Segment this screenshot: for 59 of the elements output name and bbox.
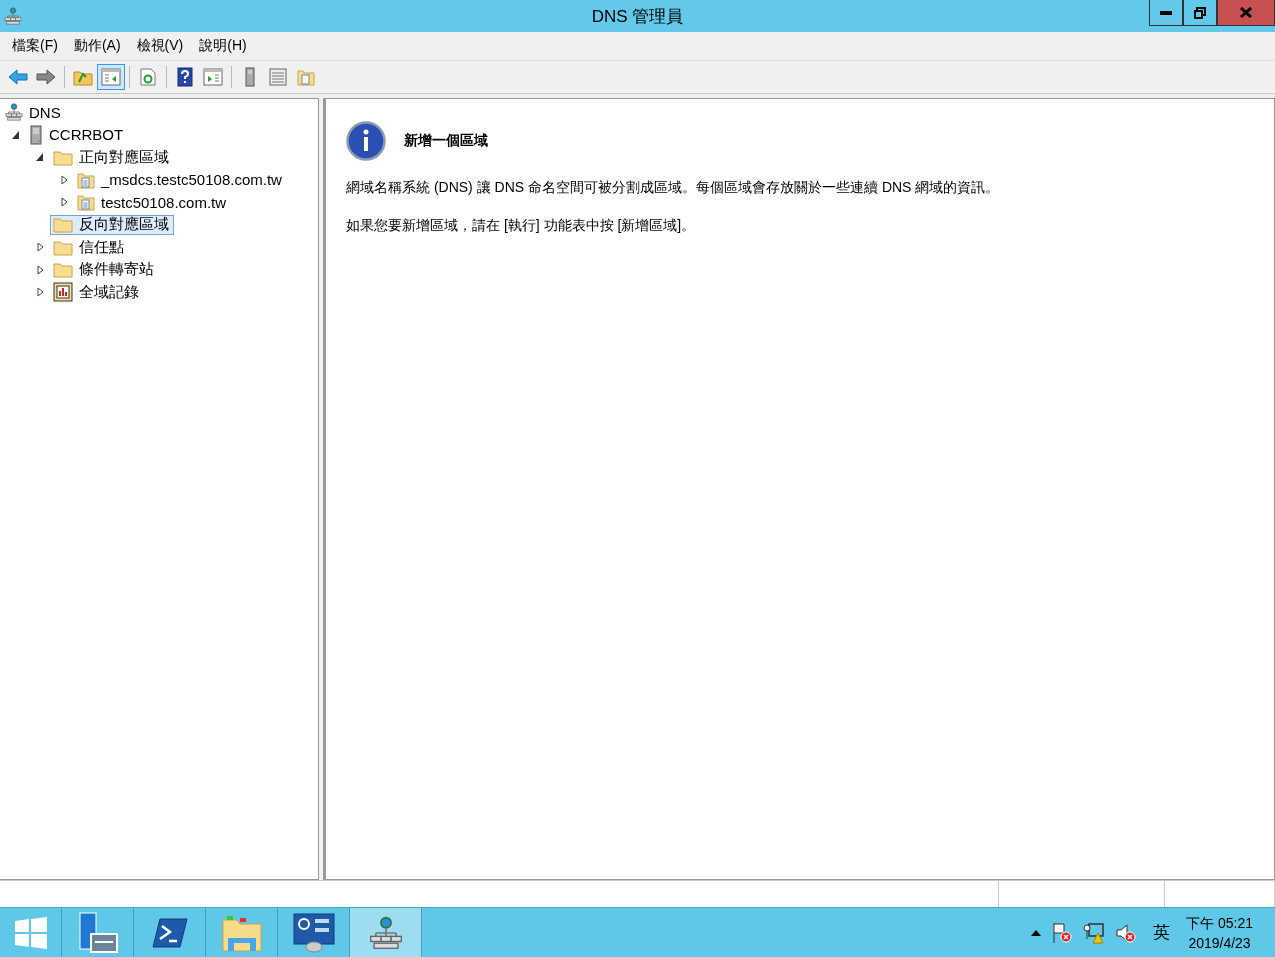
restore-icon xyxy=(1194,6,1206,19)
speaker-muted-icon[interactable] xyxy=(1115,921,1138,944)
tree-item[interactable]: 正向對應區域 xyxy=(50,147,174,168)
close-button[interactable] xyxy=(1217,0,1275,26)
description-text: 如果您要新增區域，請在 [執行] 功能表中按 [新增區域]。 xyxy=(346,217,697,235)
content-heading: 新增一個區域 xyxy=(404,132,488,150)
menu-item[interactable]: 檢視(V) xyxy=(128,34,192,58)
terminal-prompt-icon[interactable] xyxy=(151,916,188,949)
taskbar-button[interactable] xyxy=(350,908,422,957)
minimize-icon xyxy=(1160,10,1172,15)
tree-item[interactable]: 全域記錄 xyxy=(50,282,144,303)
clock-time: 下午 05:21 xyxy=(1186,913,1253,933)
window-title: DNS 管理員 xyxy=(591,6,684,26)
expand-arrow-icon[interactable] xyxy=(36,242,44,253)
help-icon[interactable] xyxy=(177,67,193,87)
zone-file-icon xyxy=(77,170,95,189)
network-tree-icon xyxy=(368,915,403,950)
folder-icon xyxy=(53,216,73,234)
clock-date: 2019/4/23 xyxy=(1188,933,1251,953)
server-toolbox-icon[interactable] xyxy=(76,911,119,954)
expand-arrow-icon[interactable] xyxy=(36,264,44,275)
server-icon xyxy=(29,124,43,145)
expanded-arrow-icon[interactable] xyxy=(36,153,44,162)
close-icon xyxy=(1240,7,1252,18)
menu-item[interactable]: 說明(H) xyxy=(191,34,255,58)
network-warning-icon[interactable] xyxy=(1083,921,1106,944)
folder-icon xyxy=(53,148,73,166)
expanded-arrow-icon[interactable] xyxy=(12,130,20,139)
tree-item[interactable]: DNS xyxy=(2,102,66,123)
back-arrow-icon[interactable] xyxy=(8,69,28,85)
tree-item[interactable]: _msdcs.testc50108.com.tw xyxy=(74,169,287,190)
minimize-button[interactable] xyxy=(1149,0,1183,26)
network-tree-icon xyxy=(4,7,22,25)
zone-file-icon xyxy=(77,193,95,212)
server-icon[interactable] xyxy=(244,67,256,87)
refresh-icon[interactable] xyxy=(140,68,156,86)
tree-item[interactable]: 信任點 xyxy=(50,237,129,258)
menu-item[interactable]: 動作(A) xyxy=(65,34,129,58)
control-panel-icon[interactable] xyxy=(292,912,335,953)
info-icon xyxy=(346,121,386,161)
forward-arrow-icon[interactable] xyxy=(36,69,56,85)
tree-item[interactable]: 條件轉寄站 xyxy=(50,259,159,280)
expand-arrow-icon[interactable] xyxy=(36,287,44,298)
restore-button[interactable] xyxy=(1183,0,1217,26)
zone-file-icon[interactable] xyxy=(297,68,315,86)
flag-error-icon[interactable] xyxy=(1051,921,1074,944)
tree-item[interactable]: testc50108.com.tw xyxy=(74,192,232,213)
input-language-indicator[interactable]: 英 xyxy=(1147,921,1177,944)
folder-icon xyxy=(53,238,73,256)
log-icon xyxy=(53,282,73,303)
network-tree-icon xyxy=(5,103,23,122)
expand-arrow-icon[interactable] xyxy=(60,197,68,208)
caret-up-icon[interactable] xyxy=(1031,929,1042,936)
description-text: 網域名稱系統 (DNS) 讓 DNS 命名空間可被分割成區域。每個區域會存放關於一些連續 DNS 網域的資訊。 xyxy=(346,179,1001,197)
expand-arrow-icon[interactable] xyxy=(60,174,68,185)
folder-icon xyxy=(53,261,73,279)
tree-item[interactable]: 反向對應區域 xyxy=(50,214,174,235)
menu-item[interactable]: 檔案(F) xyxy=(4,34,66,58)
tree-item[interactable]: CCRRBOT xyxy=(26,124,129,145)
